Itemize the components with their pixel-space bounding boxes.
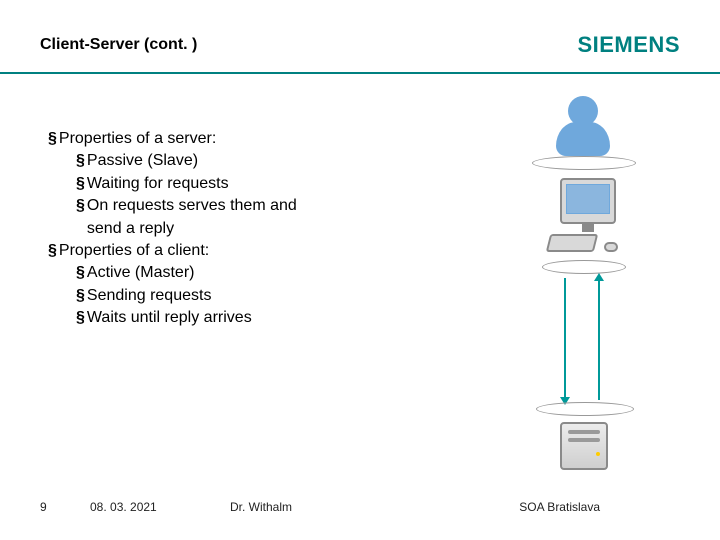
slide-body: § Properties of a server: § Passive (Sla…: [48, 128, 316, 330]
monitor-icon: [560, 178, 616, 224]
list-item: § Waiting for requests: [76, 173, 316, 195]
bullet-icon: §: [76, 195, 85, 217]
list-item: § Active (Master): [76, 262, 316, 284]
list-item: § Passive (Slave): [76, 150, 316, 172]
slide-header: Client-Server (cont. ) SIEMENS: [40, 20, 680, 70]
text: Sending requests: [87, 285, 212, 307]
client-properties-list: § Active (Master) § Sending requests § W…: [76, 262, 316, 329]
text: Waiting for requests: [87, 173, 229, 195]
list-item: § Sending requests: [76, 285, 316, 307]
text: Properties of a server:: [59, 128, 216, 150]
bullet-icon: §: [76, 150, 85, 172]
server-icon: [556, 416, 612, 476]
footer-location: SOA Bratislava: [519, 500, 600, 514]
server-properties-heading: § Properties of a server:: [48, 128, 316, 150]
client-properties-heading: § Properties of a client:: [48, 240, 316, 262]
bullet-icon: §: [76, 307, 85, 329]
bullet-icon: §: [76, 285, 85, 307]
text: Waits until reply arrives: [87, 307, 252, 329]
slide-title: Client-Server (cont. ): [40, 36, 197, 54]
header-divider: [0, 72, 720, 74]
page-number: 9: [40, 500, 90, 514]
text: Properties of a client:: [59, 240, 209, 262]
shadow-ellipse: [542, 260, 626, 274]
arrow-up-icon: [598, 278, 600, 400]
server-properties-list: § Passive (Slave) § Waiting for requests…: [76, 150, 316, 240]
mouse-icon: [604, 242, 618, 252]
shadow-ellipse: [532, 156, 636, 170]
bullet-icon: §: [76, 173, 85, 195]
client-workstation-icon: [548, 178, 628, 260]
slide-footer: 9 08. 03. 2021 Dr. Withalm SOA Bratislav…: [40, 500, 680, 514]
list-item: § On requests serves them and send a rep…: [76, 195, 316, 240]
arrow-down-icon: [564, 278, 566, 400]
footer-author: Dr. Withalm: [230, 500, 450, 514]
text: Active (Master): [87, 262, 195, 284]
keyboard-icon: [546, 234, 598, 252]
siemens-logo: SIEMENS: [577, 32, 680, 58]
text: Passive (Slave): [87, 150, 198, 172]
user-icon: [548, 92, 618, 162]
list-item: § Waits until reply arrives: [76, 307, 316, 329]
footer-date: 08. 03. 2021: [90, 500, 230, 514]
shadow-ellipse: [536, 402, 634, 416]
text: On requests serves them and send a reply: [87, 195, 316, 240]
client-server-diagram: [498, 92, 668, 472]
bullet-icon: §: [48, 240, 57, 262]
bullet-icon: §: [76, 262, 85, 284]
bullet-icon: §: [48, 128, 57, 150]
